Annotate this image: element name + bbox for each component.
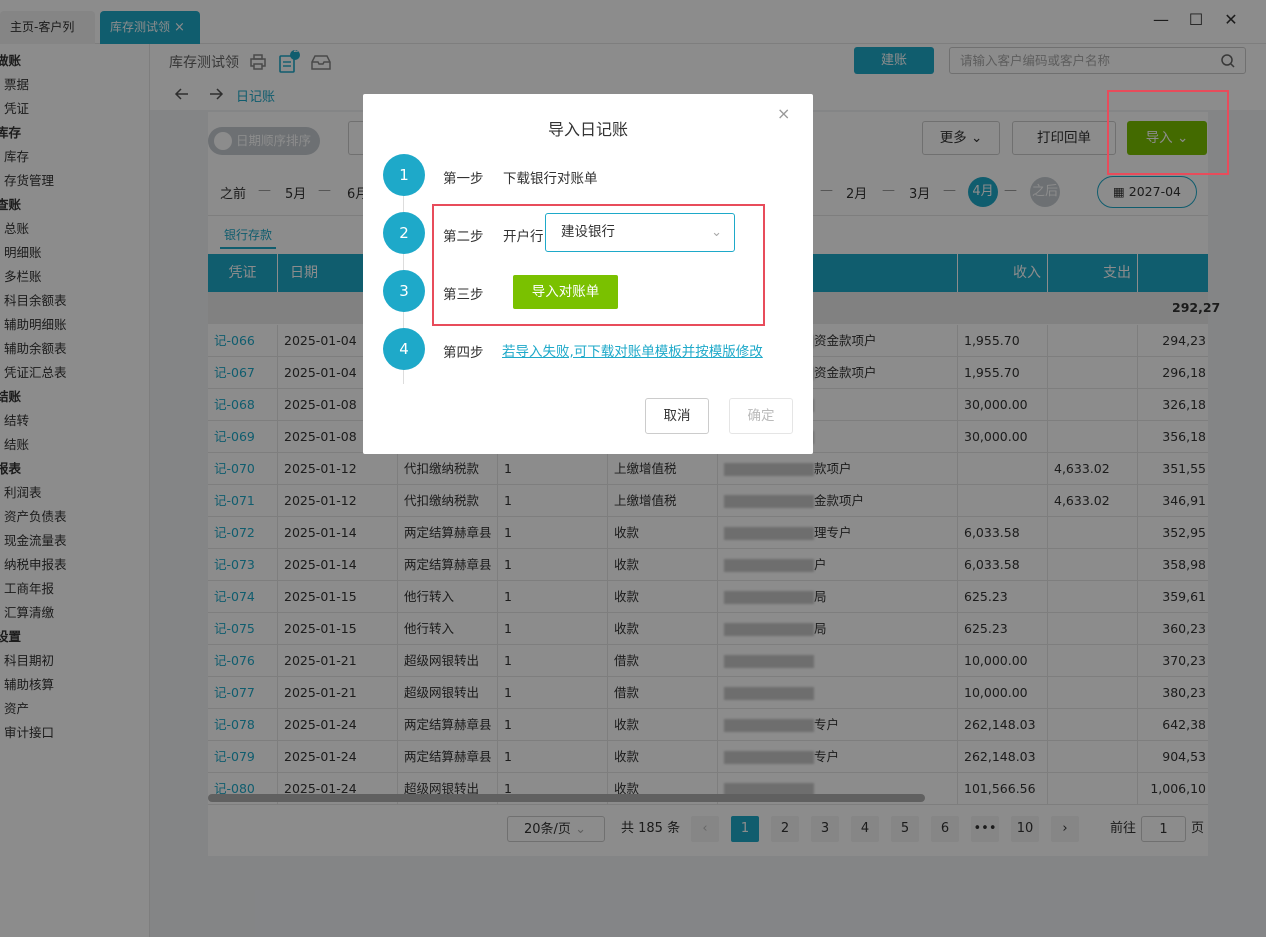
- step-2-badge: 2: [383, 212, 425, 254]
- step-1-label: 第一步: [443, 171, 484, 187]
- download-template-link[interactable]: 若导入失败,可下载对账单模板并按模版修改: [502, 340, 763, 360]
- step-3-badge: 3: [383, 270, 425, 312]
- highlight-import: [1107, 90, 1229, 175]
- close-icon[interactable]: ×: [777, 104, 790, 123]
- step-1-text: 下载银行对账单: [503, 171, 598, 187]
- step-4-label: 第四步: [443, 345, 484, 361]
- cancel-button[interactable]: 取消: [645, 398, 709, 434]
- dialog-title: 导入日记账: [547, 120, 628, 139]
- step-1-badge: 1: [383, 154, 425, 196]
- step-4-badge: 4: [383, 328, 425, 370]
- highlight-steps-2-3: [432, 204, 765, 326]
- confirm-button[interactable]: 确定: [729, 398, 793, 434]
